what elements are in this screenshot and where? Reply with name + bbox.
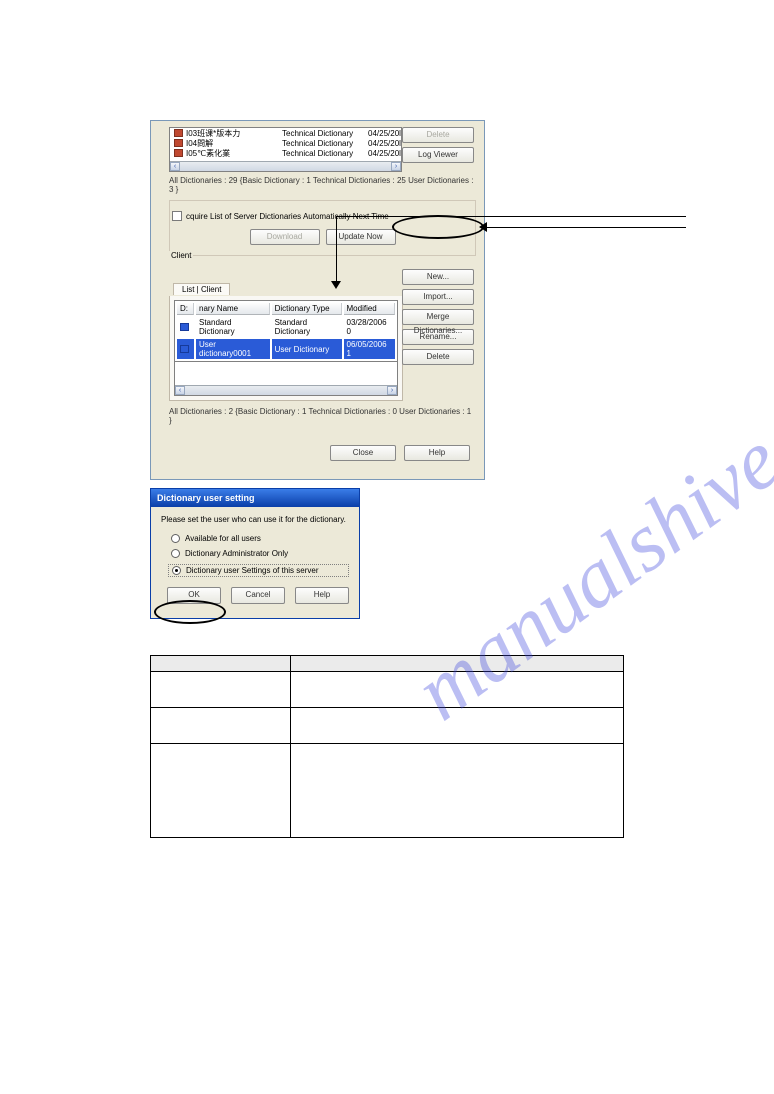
list-item[interactable]: I04問解 Technical Dictionary 04/25/20l <box>170 138 401 148</box>
folder-icon <box>174 139 183 147</box>
log-viewer-button[interactable]: Log Viewer <box>402 147 474 163</box>
server-dictionary-list[interactable]: I03班课*版本力 Technical Dictionary 04/25/20l… <box>169 127 402 172</box>
table-row-selected[interactable]: User dictionary0001 User Dictionary 06/0… <box>177 339 395 359</box>
new-button[interactable]: New... <box>402 269 474 285</box>
scroll-right-icon[interactable]: › <box>387 386 397 395</box>
annotation-line <box>336 216 337 284</box>
radio-admin-only[interactable]: Dictionary Administrator Only <box>171 549 349 558</box>
table-row <box>151 744 291 838</box>
checkbox-icon[interactable] <box>172 211 182 221</box>
table-row <box>291 744 624 838</box>
cancel-button[interactable]: Cancel <box>231 587 285 604</box>
tab-list-client[interactable]: List | Client <box>173 283 230 295</box>
table-row <box>151 708 291 744</box>
radio-icon[interactable] <box>172 566 181 575</box>
help-button[interactable]: Help <box>295 587 349 604</box>
list-item[interactable]: I03班课*版本力 Technical Dictionary 04/25/20l <box>170 128 401 138</box>
table-header <box>151 656 291 672</box>
rename-button[interactable]: Rename... <box>402 329 474 345</box>
table-row[interactable]: Standard Dictionary Standard Dictionary … <box>177 317 395 337</box>
delete-button[interactable]: Delete <box>402 127 474 143</box>
client-group-label: Client <box>169 251 193 260</box>
client-list-empty-area: ‹ › <box>174 362 398 396</box>
folder-icon <box>174 149 183 157</box>
annotation-line <box>484 227 686 228</box>
radio-icon[interactable] <box>171 549 180 558</box>
import-button[interactable]: Import... <box>402 289 474 305</box>
delete-client-button[interactable]: Delete <box>402 349 474 365</box>
col-header[interactable]: D: <box>177 303 194 315</box>
table-row <box>291 672 624 708</box>
close-button[interactable]: Close <box>330 445 396 461</box>
arrow-down-icon <box>331 281 341 289</box>
scroll-left-icon[interactable]: ‹ <box>170 162 180 171</box>
col-type[interactable]: Dictionary Type <box>272 303 342 315</box>
merge-dictionaries-button[interactable]: Merge Dictionaries... <box>402 309 474 325</box>
radio-server-settings[interactable]: Dictionary user Settings of this server <box>168 564 349 577</box>
client-dictionary-table[interactable]: D: nary Name Dictionary Type Modified St… <box>174 300 398 362</box>
list-item[interactable]: I05℃素化業 Technical Dictionary 04/25/20l <box>170 148 401 158</box>
col-name[interactable]: nary Name <box>196 303 270 315</box>
scroll-right-icon[interactable]: › <box>391 162 401 171</box>
table-row <box>151 672 291 708</box>
annotation-line <box>336 216 686 217</box>
table-header <box>291 656 624 672</box>
help-button[interactable]: Help <box>404 445 470 461</box>
annotation-oval-ok <box>154 600 226 624</box>
folder-icon <box>174 129 183 137</box>
radio-icon[interactable] <box>171 534 180 543</box>
radio-all-users[interactable]: Available for all users <box>171 534 349 543</box>
dictionary-tool-dialog: I03班课*版本力 Technical Dictionary 04/25/20l… <box>150 120 485 480</box>
dictionary-icon <box>180 345 189 353</box>
dialog-prompt: Please set the user who can use it for t… <box>161 515 349 524</box>
server-summary: All Dictionaries : 29 {Basic Dictionary … <box>169 176 476 194</box>
horizontal-scrollbar[interactable]: ‹ › <box>170 161 401 171</box>
table-row <box>291 708 624 744</box>
download-button[interactable]: Download <box>250 229 320 245</box>
dialog-title: Dictionary user setting <box>151 489 359 507</box>
dictionary-icon <box>180 323 189 331</box>
options-table <box>150 655 624 838</box>
col-modified[interactable]: Modified <box>344 303 395 315</box>
horizontal-scrollbar[interactable]: ‹ › <box>175 385 397 395</box>
scroll-left-icon[interactable]: ‹ <box>175 386 185 395</box>
client-tabstrip: List | Client D: nary Name Dictionary Ty… <box>169 296 403 401</box>
annotation-oval-update <box>392 215 484 239</box>
client-summary: All Dictionaries : 2 {Basic Dictionary :… <box>169 407 476 425</box>
